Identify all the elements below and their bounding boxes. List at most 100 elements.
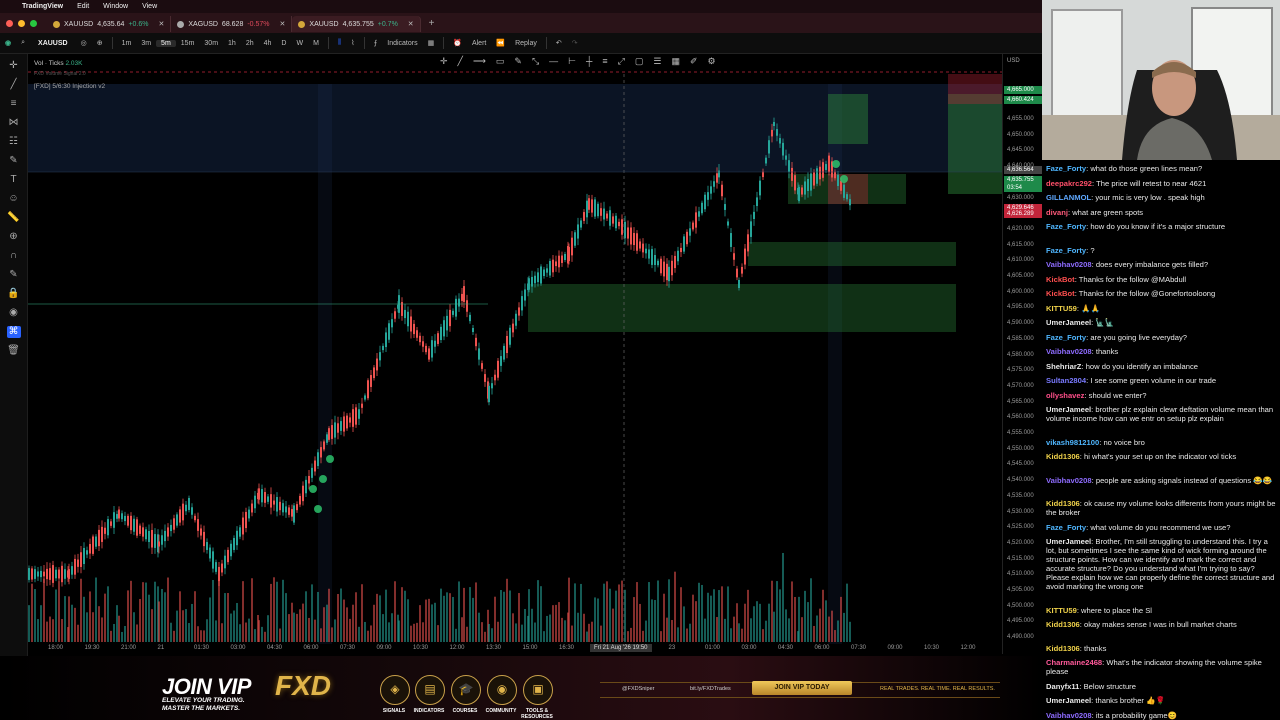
menu-view[interactable]: View [142, 3, 157, 10]
indicator-legend-signal[interactable]: FXD Volume Signal 2.0 [34, 71, 86, 77]
new-tab-icon[interactable]: + [429, 18, 435, 29]
menu-edit[interactable]: Edit [77, 3, 89, 10]
cursor-icon[interactable]: ✛ [9, 60, 17, 72]
chat-username[interactable]: Charmaine2468 [1046, 658, 1102, 667]
profile-icon[interactable]: ◉ [0, 39, 16, 47]
replay-icon[interactable]: ⏪ [491, 39, 510, 47]
chat-username[interactable]: Kidd1306 [1046, 499, 1080, 508]
chat-username[interactable]: Vaibhav0208 [1046, 476, 1092, 485]
eye-icon[interactable]: ◎ [76, 39, 92, 47]
chat-username[interactable]: Vaibhav0208 [1046, 260, 1092, 269]
emoji-icon[interactable]: ☺ [8, 193, 18, 205]
zoom-icon[interactable]: ⊕ [9, 231, 17, 243]
interval-d[interactable]: D [276, 40, 291, 47]
lock-drawing-icon[interactable]: ✎ [9, 269, 17, 281]
ruler-icon[interactable]: 📏 [7, 212, 19, 224]
tab-symbol: XAUUSD [64, 20, 94, 28]
text-icon[interactable]: T [10, 174, 16, 186]
undo-icon[interactable]: ↶ [551, 39, 567, 47]
chat-username[interactable]: Danyfx11 [1046, 682, 1079, 691]
menu-window[interactable]: Window [103, 3, 128, 10]
line-style-icon[interactable]: ⌇ [346, 39, 359, 47]
alert-icon[interactable]: ⏰ [448, 39, 467, 47]
brush-icon[interactable]: ✎ [9, 155, 17, 167]
chat-username[interactable]: UmerJameel [1046, 405, 1091, 414]
compare-add-icon[interactable]: ⊕ [92, 39, 108, 47]
chat-username[interactable]: GILLANMOL [1046, 193, 1091, 202]
chat-username[interactable]: deepakrc292 [1046, 179, 1092, 188]
chat-username[interactable]: KITTU59 [1046, 304, 1077, 313]
chat-username[interactable]: Kidd1306 [1046, 644, 1080, 653]
price-chart[interactable] [28, 54, 1002, 654]
tab-xauusd-1[interactable]: XAUUSD 4,635.64 +0.6% ✕ [47, 16, 172, 32]
chat-username[interactable]: KickBot [1046, 275, 1075, 284]
horizontal-lines-icon[interactable]: ≡ [11, 98, 17, 110]
chat-username[interactable]: ollyshavez [1046, 391, 1084, 400]
chat-username[interactable]: Kidd1306 [1046, 452, 1080, 461]
interval-3m[interactable]: 3m [136, 40, 156, 47]
interval-30m[interactable]: 30m [199, 40, 223, 47]
chat-username[interactable]: Faze_Forty [1046, 246, 1086, 255]
interval-1m[interactable]: 1m [117, 40, 137, 47]
lock-icon[interactable]: 🔒 [7, 288, 19, 300]
interval-2h[interactable]: 2h [241, 40, 259, 47]
price-axis[interactable]: USD 4,655.0004,650.0004,645.0004,640.000… [1002, 54, 1043, 654]
chat-username[interactable]: UmerJameel [1046, 318, 1091, 327]
volume-bar [837, 620, 839, 642]
chat-username[interactable]: Faze_Forty [1046, 164, 1086, 173]
chat-username[interactable]: vikash9812100 [1046, 438, 1099, 447]
replay-button[interactable]: Replay [510, 40, 542, 47]
interval-15m[interactable]: 15m [176, 40, 200, 47]
search-icon[interactable]: ⌕ [16, 39, 30, 47]
chat-username[interactable]: Faze_Forty [1046, 333, 1086, 342]
chat-username[interactable]: Sultan2804 [1046, 376, 1086, 385]
alert-button[interactable]: Alert [467, 40, 491, 47]
link-icon[interactable]: ⌘ [6, 326, 21, 338]
minimize-window-button[interactable] [18, 19, 25, 27]
close-tab-icon[interactable]: ✕ [158, 20, 164, 28]
tab-xauusd-2[interactable]: XAUUSD 4,635.755 +0.7% ✕ [292, 16, 421, 32]
menu-app-name[interactable]: TradingView [22, 3, 63, 10]
chat-username[interactable]: Faze_Forty [1046, 222, 1086, 231]
chat-username[interactable]: ShehriarZ [1046, 362, 1081, 371]
close-tab-icon[interactable]: ✕ [280, 20, 286, 28]
interval-1h[interactable]: 1h [223, 40, 241, 47]
bar-style-icon[interactable]: ⫼ [333, 39, 346, 47]
chat-username[interactable]: KickBot [1046, 289, 1075, 298]
redo-icon[interactable]: ↷ [567, 39, 583, 47]
chat-username[interactable]: divanj [1046, 208, 1068, 217]
layouts-icon[interactable]: ▦ [423, 39, 440, 47]
chat-username[interactable]: KITTU59 [1046, 606, 1077, 615]
interval-4h[interactable]: 4h [259, 40, 277, 47]
magnet-icon[interactable]: ∩ [10, 250, 17, 262]
fib-icon[interactable]: ☷ [9, 136, 18, 148]
currency-label[interactable]: USD [1007, 58, 1020, 64]
interval-m[interactable]: M [308, 40, 324, 47]
volume-legend[interactable]: Vol · Ticks 2.03K [34, 60, 82, 67]
volume-bar [154, 581, 156, 642]
pattern-icon[interactable]: ⋈ [9, 117, 19, 129]
chat-username[interactable]: Kidd1306 [1046, 620, 1080, 629]
symbol-search-button[interactable]: XAUUSD [30, 40, 76, 47]
tab-xagusd[interactable]: XAGUSD 68.628 -0.57% ✕ [171, 16, 293, 32]
join-vip-button[interactable]: JOIN VIP TODAY [752, 681, 852, 695]
chat-username[interactable]: UmerJameel [1046, 696, 1091, 705]
chat-username[interactable]: Vaibhav0208 [1046, 711, 1092, 720]
eye-icon[interactable]: ◉ [9, 307, 18, 319]
candle-body [221, 563, 223, 573]
close-tab-icon[interactable]: ✕ [408, 20, 414, 28]
trash-icon[interactable]: 🗑 [7, 345, 20, 357]
indicators-icon[interactable]: ⨍ [369, 39, 383, 47]
interval-w[interactable]: W [291, 40, 308, 47]
interval-5m[interactable]: 5m [156, 39, 176, 47]
time-axis[interactable]: 18:00 19:30 21:00 21 01:30 03:00 04:30 06:00 07:… [28, 644, 1002, 656]
chat-username[interactable]: Faze_Forty [1046, 523, 1086, 532]
zoom-window-button[interactable] [30, 19, 37, 27]
indicator-legend-injection[interactable]: [FXD] 5/6:30 Injection v2 [34, 83, 105, 90]
close-window-button[interactable] [6, 19, 13, 27]
banner-feature: COMMUNITY [485, 708, 517, 714]
chat-username[interactable]: Vaibhav0208 [1046, 347, 1092, 356]
indicators-button[interactable]: Indicators [382, 40, 422, 47]
chat-username[interactable]: UmerJameel [1046, 537, 1091, 546]
trendline-icon[interactable]: ╱ [10, 79, 16, 91]
